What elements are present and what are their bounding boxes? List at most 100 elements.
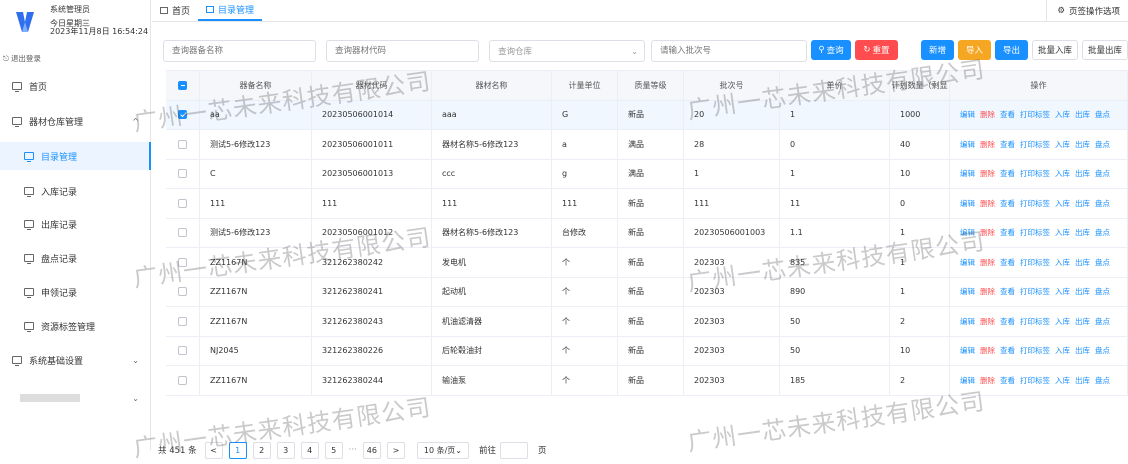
batch-in-button[interactable]: 批量入库 [1032, 40, 1078, 60]
row-action-link[interactable]: 打印标签 [1020, 139, 1050, 150]
row-action-link[interactable]: 编辑 [960, 345, 975, 356]
export-button[interactable]: 导出 [995, 40, 1028, 60]
row-action-link[interactable]: 入库 [1055, 345, 1070, 356]
row-action-link[interactable]: 入库 [1055, 109, 1070, 120]
sidebar-item-catalog[interactable]: 目录管理 [0, 142, 151, 170]
row-checkbox[interactable] [178, 375, 187, 385]
row-action-link[interactable]: 盘点 [1095, 316, 1110, 327]
row-action-link[interactable]: 入库 [1055, 168, 1070, 179]
row-action-link[interactable]: 查看 [1000, 109, 1015, 120]
next-page-button[interactable]: > [386, 441, 405, 459]
row-action-link[interactable]: 盘点 [1095, 139, 1110, 150]
table-row[interactable]: C 20230506001013 ccc g 满品 1 1 10 编辑 删除 查看 打印标签 入库 出库盘… [166, 159, 1128, 189]
row-action-link[interactable]: 出库 [1075, 286, 1090, 297]
search-button[interactable]: ⚲ 查询 [811, 40, 851, 60]
row-action-link[interactable]: 查看 [1000, 198, 1015, 209]
code-search-input[interactable] [326, 40, 479, 62]
sidebar-item-inventory[interactable]: 盘点记录 [0, 244, 151, 272]
row-action-link[interactable]: 盘点 [1095, 198, 1110, 209]
page-button[interactable]: 46 [362, 441, 381, 459]
add-button[interactable]: 新增 [921, 40, 954, 60]
row-action-link[interactable]: 查看 [1000, 375, 1015, 386]
tab-catalog[interactable]: 目录管理 [198, 0, 263, 21]
row-action-link[interactable]: 删除 [980, 257, 995, 268]
row-action-link[interactable]: 编辑 [960, 227, 975, 238]
row-action-link[interactable]: 删除 [980, 198, 995, 209]
table-row[interactable]: 111 111 111 111 新品 111 11 0 编辑 删除 查看 打印标签 入库 出库 盘点 [166, 189, 1128, 219]
name-search-input[interactable] [163, 40, 316, 62]
row-action-link[interactable]: 盘点 [1095, 375, 1110, 386]
row-action-link[interactable]: 打印标签 [1020, 109, 1050, 120]
row-action-link[interactable]: 入库 [1055, 316, 1070, 327]
row-action-link[interactable]: 删除 [980, 375, 995, 386]
row-action-link[interactable]: 查看 [1000, 286, 1015, 297]
row-action-link[interactable]: 入库 [1055, 375, 1070, 386]
row-action-link[interactable]: 出库 [1075, 316, 1090, 327]
import-button[interactable]: 导入 [958, 40, 991, 60]
row-action-link[interactable]: 出库 [1075, 257, 1090, 268]
row-action-link[interactable]: 打印标签 [1020, 227, 1050, 238]
row-checkbox[interactable] [178, 228, 187, 238]
row-action-link[interactable]: 出库 [1075, 168, 1090, 179]
page-button[interactable]: 2 [252, 441, 271, 459]
warehouse-select[interactable]: 查询仓库 ⌄ [489, 40, 645, 62]
row-action-link[interactable]: 入库 [1055, 257, 1070, 268]
row-action-link[interactable]: 打印标签 [1020, 375, 1050, 386]
page-size-select[interactable]: 10 条/页 ⌄ [416, 441, 469, 459]
batch-search-input[interactable] [651, 40, 807, 62]
row-action-link[interactable]: 盘点 [1095, 109, 1110, 120]
page-button[interactable]: 3 [276, 441, 295, 459]
sidebar-item-hidden[interactable]: ⌄ [0, 384, 151, 412]
row-action-link[interactable]: 编辑 [960, 375, 975, 386]
row-checkbox[interactable] [178, 287, 187, 297]
row-action-link[interactable]: 删除 [980, 227, 995, 238]
row-action-link[interactable]: 打印标签 [1020, 345, 1050, 356]
table-row[interactable]: 测试5-6修改123 20230506001011 器材名称5-6修改123 a 满品 2… [166, 130, 1128, 160]
page-button[interactable]: 5 [324, 441, 343, 459]
row-action-link[interactable]: 打印标签 [1020, 257, 1050, 268]
row-action-link[interactable]: 查看 [1000, 168, 1015, 179]
row-action-link[interactable]: 编辑 [960, 109, 975, 120]
sidebar-item-outbound[interactable]: 出库记录 [0, 210, 151, 238]
row-action-link[interactable]: 入库 [1055, 286, 1070, 297]
row-checkbox[interactable] [178, 316, 187, 326]
sidebar-item-inbound[interactable]: 入库记录 [0, 177, 151, 205]
table-row[interactable]: NJ2045 321262380226 后轮毂油封个新品 202303 50 10 编辑 删除… [166, 336, 1128, 366]
row-action-link[interactable]: 删除 [980, 345, 995, 356]
logout-link[interactable]: ⎋ 退出登录 [3, 53, 41, 64]
row-action-link[interactable]: 删除 [980, 168, 995, 179]
sidebar-item-home[interactable]: 首页 [0, 72, 151, 100]
table-row[interactable]: aa 20230506001014 aaa G 新品 20 1 1000 编辑 删除 查看 打印标签入… [166, 100, 1128, 130]
row-checkbox[interactable] [178, 198, 187, 208]
row-action-link[interactable]: 入库 [1055, 139, 1070, 150]
row-action-link[interactable]: 编辑 [960, 316, 975, 327]
row-action-link[interactable]: 编辑 [960, 168, 975, 179]
row-action-link[interactable]: 编辑 [960, 198, 975, 209]
row-action-link[interactable]: 打印标签 [1020, 168, 1050, 179]
table-row[interactable]: ZZ1167N 321262380244 输油泵个新品 202303 185 2 编辑 删除查… [166, 366, 1128, 396]
tab-options-button[interactable]: ⚙ 页签操作选项 [1046, 0, 1120, 21]
row-action-link[interactable]: 编辑 [960, 257, 975, 268]
prev-page-button[interactable]: < [204, 441, 223, 459]
row-action-link[interactable]: 编辑 [960, 286, 975, 297]
row-checkbox[interactable] [178, 257, 187, 267]
row-action-link[interactable]: 盘点 [1095, 257, 1110, 268]
row-checkbox[interactable] [178, 346, 187, 356]
row-action-link[interactable]: 盘点 [1095, 227, 1110, 238]
row-action-link[interactable]: 删除 [980, 286, 995, 297]
row-action-link[interactable]: 出库 [1075, 139, 1090, 150]
row-action-link[interactable]: 打印标签 [1020, 316, 1050, 327]
row-checkbox[interactable] [178, 169, 187, 179]
row-action-link[interactable]: 查看 [1000, 316, 1015, 327]
sidebar-item-warehouse[interactable]: 器材仓库管理 ^ [0, 107, 151, 135]
row-action-link[interactable]: 查看 [1000, 227, 1015, 238]
sidebar-item-tags[interactable]: 资源标签管理 [0, 312, 151, 340]
row-action-link[interactable]: 出库 [1075, 375, 1090, 386]
row-action-link[interactable]: 删除 [980, 316, 995, 327]
select-all-checkbox[interactable] [178, 80, 187, 90]
row-action-link[interactable]: 删除 [980, 139, 995, 150]
row-action-link[interactable]: 删除 [980, 109, 995, 120]
row-action-link[interactable]: 入库 [1055, 227, 1070, 238]
sidebar-item-requisition[interactable]: 申领记录 [0, 278, 151, 306]
row-action-link[interactable]: 打印标签 [1020, 198, 1050, 209]
